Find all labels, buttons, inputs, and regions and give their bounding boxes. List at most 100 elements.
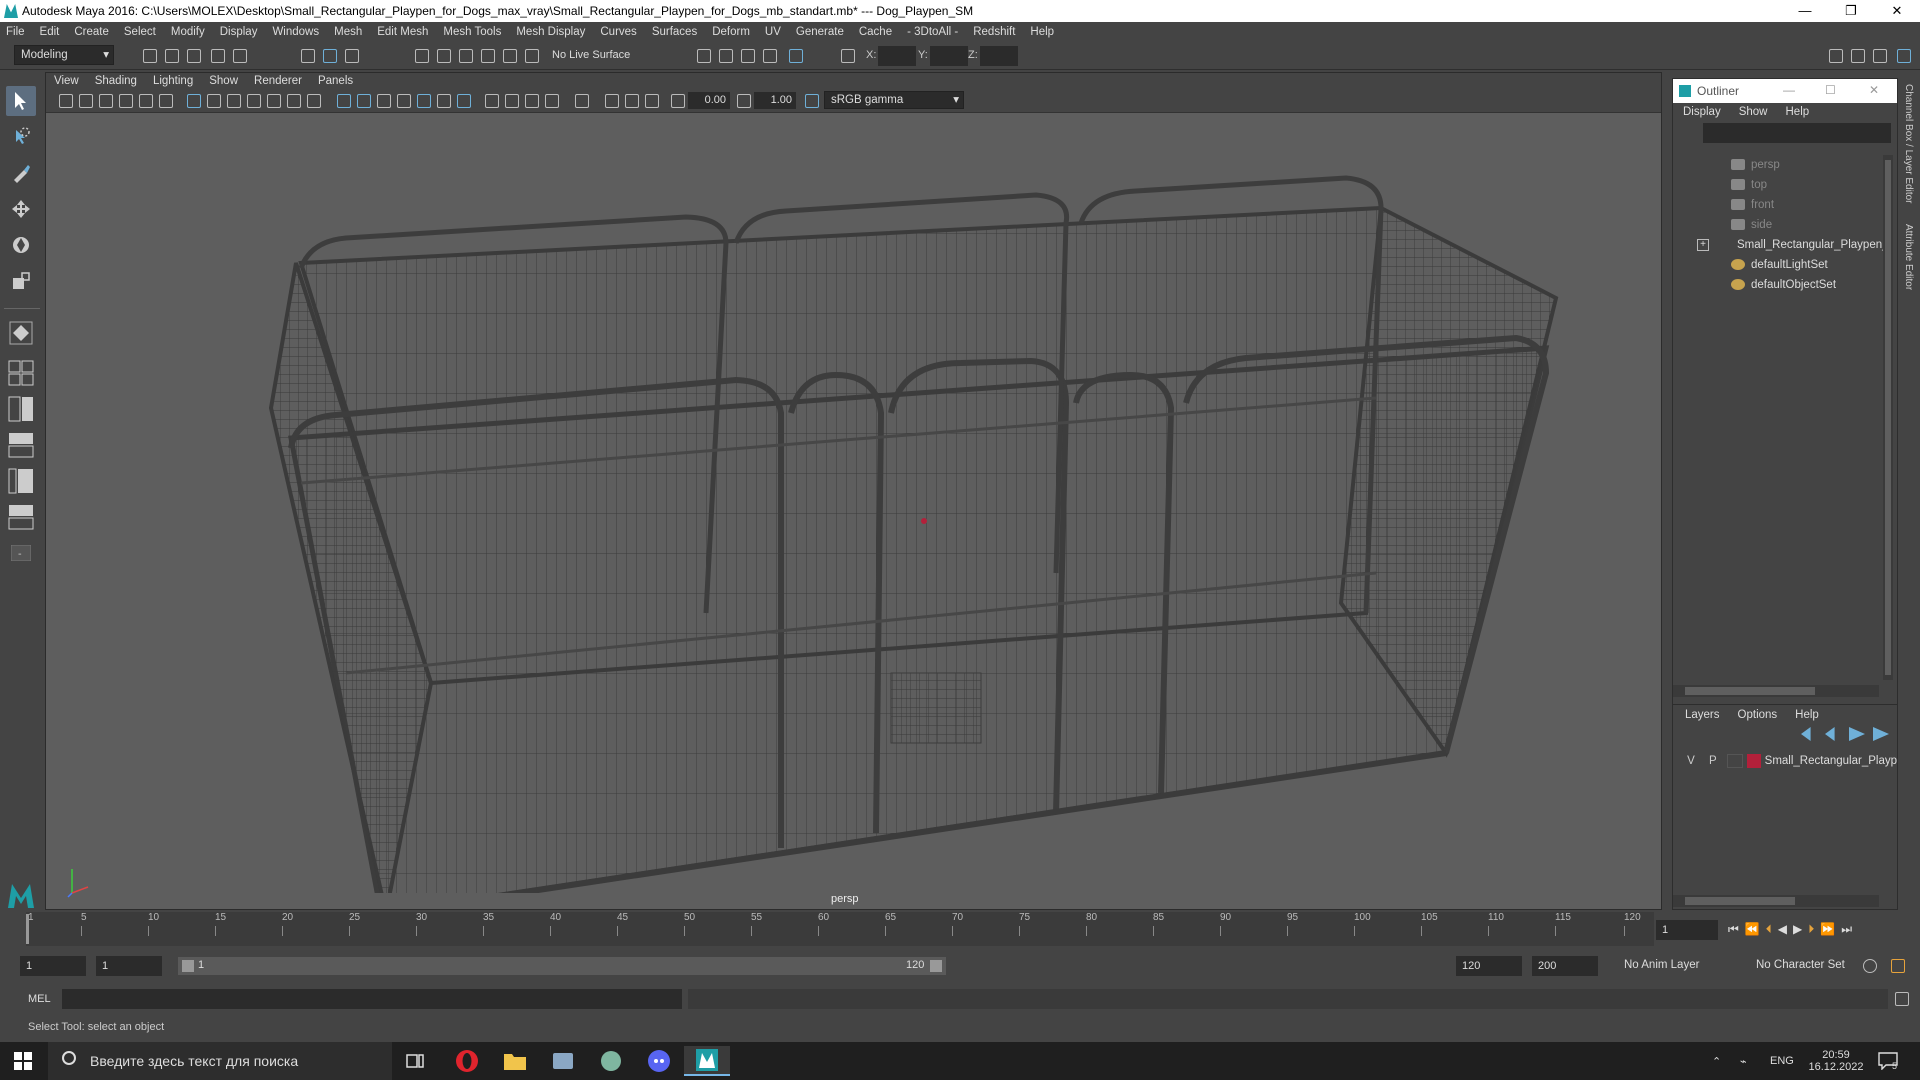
time-ruler[interactable]: 1 5 10 15 20 25 30 35 40 45 50 55 60 65 …: [26, 912, 1654, 946]
layout-side-by-side-icon[interactable]: [6, 394, 36, 424]
menu-curves[interactable]: Curves: [600, 26, 636, 38]
step-back-frame-icon[interactable]: ⏪: [1745, 922, 1760, 937]
xray-icon[interactable]: [602, 91, 622, 111]
rotate-tool-icon[interactable]: [6, 230, 36, 260]
viewport-panel[interactable]: View Shading Lighting Show Renderer Pane…: [45, 72, 1662, 910]
open-scene-icon[interactable]: [162, 46, 182, 66]
two-d-pan-icon[interactable]: [136, 91, 156, 111]
panel-menu-panels[interactable]: Panels: [318, 75, 353, 87]
app-icon[interactable]: [588, 1046, 634, 1076]
layer-horizontal-scrollbar[interactable]: [1673, 895, 1879, 907]
menu-create[interactable]: Create: [74, 26, 109, 38]
panel-menu-shading[interactable]: Shading: [95, 75, 137, 87]
select-camera-icon[interactable]: [56, 91, 76, 111]
clock[interactable]: 20:59 16.12.2022: [1808, 1042, 1864, 1080]
snap-grid-icon[interactable]: [412, 46, 432, 66]
taskbar-search-box[interactable]: Введите здесь текст для поиска: [48, 1042, 392, 1080]
range-start-handle[interactable]: [182, 960, 194, 972]
select-object-icon[interactable]: [320, 46, 340, 66]
select-component-icon[interactable]: [342, 46, 362, 66]
range-slider-bar[interactable]: 1 120: [178, 957, 946, 975]
smooth-shade-icon[interactable]: [354, 91, 374, 111]
color-management-icon[interactable]: [802, 91, 822, 111]
command-input[interactable]: [62, 989, 682, 1009]
redo-icon[interactable]: [230, 46, 250, 66]
gamma-icon[interactable]: [734, 91, 754, 111]
last-tool-icon[interactable]: [6, 318, 36, 348]
menu-mesh-display[interactable]: Mesh Display: [516, 26, 585, 38]
layer-menu-layers[interactable]: Layers: [1685, 709, 1720, 721]
playback-end-field[interactable]: 120: [1456, 956, 1522, 976]
grid-toggle-icon[interactable]: [184, 91, 204, 111]
exposure-icon[interactable]: [668, 91, 688, 111]
mode-selector[interactable]: Modeling ▾: [14, 45, 114, 65]
animation-end-field[interactable]: 200: [1532, 956, 1598, 976]
menu-mesh-tools[interactable]: Mesh Tools: [443, 26, 501, 38]
shadows-icon[interactable]: [454, 91, 474, 111]
language-indicator[interactable]: ENG: [1770, 1042, 1794, 1080]
scale-tool-icon[interactable]: [6, 266, 36, 296]
minimize-icon[interactable]: —: [1783, 83, 1795, 97]
select-tool-icon[interactable]: [6, 86, 36, 116]
layout-outliner-persp-icon[interactable]: [6, 466, 36, 496]
screen-space-ao-icon[interactable]: [482, 91, 502, 111]
maximize-button[interactable]: ❐: [1828, 0, 1874, 22]
lasso-tool-icon[interactable]: [6, 122, 36, 152]
animation-preferences-icon[interactable]: [1888, 956, 1908, 976]
safe-action-icon[interactable]: [284, 91, 304, 111]
outliner-menu-help[interactable]: Help: [1786, 106, 1810, 118]
channel-box-toggle-icon[interactable]: [1894, 46, 1914, 66]
outliner-horizontal-scrollbar[interactable]: [1673, 685, 1879, 697]
menu-deform[interactable]: Deform: [712, 26, 750, 38]
menu-windows[interactable]: Windows: [272, 26, 319, 38]
paint-select-tool-icon[interactable]: [6, 158, 36, 188]
toolbox-more-icon[interactable]: -: [6, 538, 36, 568]
menu-3dtoall[interactable]: - 3DtoAll -: [907, 26, 958, 38]
play-forwards-icon[interactable]: ▶: [1793, 922, 1802, 937]
layout-stacked-icon[interactable]: [6, 430, 36, 460]
textured-icon[interactable]: [414, 91, 434, 111]
camera-attributes-icon[interactable]: [76, 91, 96, 111]
select-hierarchy-icon[interactable]: [298, 46, 318, 66]
scene-playpen-model[interactable]: [46, 113, 1661, 893]
layer-menu-options[interactable]: Options: [1738, 709, 1778, 721]
outliner-menu-display[interactable]: Display: [1683, 106, 1721, 118]
anim-layer-dropdown[interactable]: No Anim Layer: [1618, 956, 1738, 976]
menu-file[interactable]: File: [6, 26, 25, 38]
menu-generate[interactable]: Generate: [796, 26, 844, 38]
layer-menu-help[interactable]: Help: [1795, 709, 1819, 721]
move-tool-icon[interactable]: [6, 194, 36, 224]
outliner-item-default-object-set[interactable]: defaultObjectSet: [1677, 275, 1877, 294]
attribute-editor-toggle-icon[interactable]: [1848, 46, 1868, 66]
expand-plus-icon[interactable]: +: [1697, 238, 1709, 251]
hypershade-icon[interactable]: [786, 46, 806, 66]
layout-four-view-icon[interactable]: [6, 358, 36, 388]
render-settings-icon[interactable]: [694, 46, 714, 66]
windows-start-icon[interactable]: [14, 1052, 32, 1070]
panel-menu-lighting[interactable]: Lighting: [153, 75, 193, 87]
snap-curve-icon[interactable]: [434, 46, 454, 66]
field-chart-icon[interactable]: [264, 91, 284, 111]
outliner-item-persp[interactable]: persp: [1677, 155, 1877, 174]
current-frame-field[interactable]: 1: [1656, 920, 1718, 940]
minimize-button[interactable]: —: [1782, 0, 1828, 22]
wireframe-icon[interactable]: [334, 91, 354, 111]
menu-surfaces[interactable]: Surfaces: [652, 26, 697, 38]
discord-icon[interactable]: [636, 1046, 682, 1076]
film-gate-icon[interactable]: [204, 91, 224, 111]
file-explorer-icon[interactable]: [492, 1046, 538, 1076]
go-to-start-icon[interactable]: ⏮: [1728, 922, 1739, 937]
task-view-icon[interactable]: [392, 1046, 438, 1076]
character-set-dropdown[interactable]: No Character Set: [1750, 956, 1870, 976]
outliner-search-field[interactable]: [1703, 123, 1891, 143]
exposure-field[interactable]: 0.00: [688, 92, 730, 109]
outliner-item-default-light-set[interactable]: defaultLightSet: [1677, 255, 1877, 274]
outliner-menu-show[interactable]: Show: [1739, 106, 1768, 118]
wireframe-on-shaded-icon[interactable]: [394, 91, 414, 111]
isolate-select-icon[interactable]: [572, 91, 592, 111]
snap-point-icon[interactable]: [456, 46, 476, 66]
resolution-gate-icon[interactable]: [224, 91, 244, 111]
snap-live-icon[interactable]: [500, 46, 520, 66]
opera-browser-icon[interactable]: [444, 1046, 490, 1076]
modeling-toolkit-icon[interactable]: [1826, 46, 1846, 66]
